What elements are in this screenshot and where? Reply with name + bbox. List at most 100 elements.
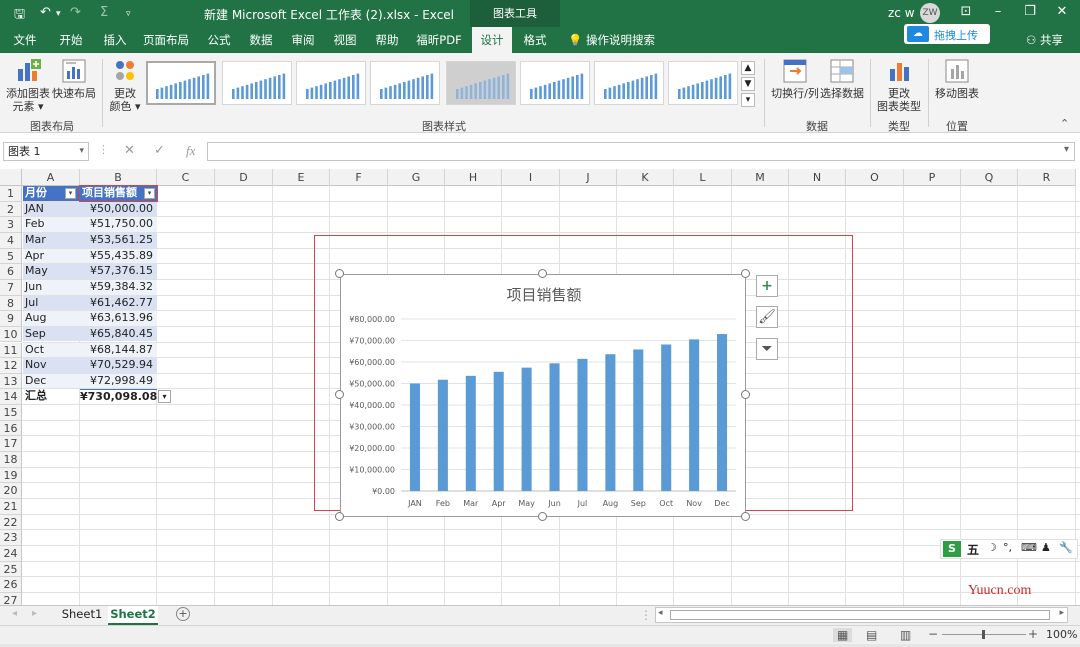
autosum-icon[interactable]: Σ xyxy=(100,5,108,20)
tab-data[interactable]: 数据 xyxy=(242,27,280,53)
row-header-6[interactable]: 6 xyxy=(0,264,22,280)
tab-view[interactable]: 视图 xyxy=(326,27,364,53)
chart-style-4[interactable] xyxy=(370,61,440,105)
tab-home[interactable]: 开始 xyxy=(52,27,90,53)
zoom-slider[interactable] xyxy=(942,630,1026,639)
tab-split-handle[interactable]: ⋮ xyxy=(640,608,652,622)
table-header-sales[interactable]: 项目销售额 ▾ xyxy=(79,185,158,202)
skin-icon[interactable]: ♟ xyxy=(1041,541,1051,554)
chart-style-6[interactable] xyxy=(520,61,590,105)
row-header-21[interactable]: 21 xyxy=(0,499,22,515)
resize-handle[interactable] xyxy=(741,390,750,399)
table-cell-month[interactable]: May xyxy=(23,264,80,279)
save-icon[interactable]: 🖫 xyxy=(14,5,25,27)
row-header-15[interactable]: 15 xyxy=(0,405,22,421)
tab-help[interactable]: 帮助 xyxy=(368,27,406,53)
row-header-26[interactable]: 26 xyxy=(0,577,22,593)
redo-icon[interactable]: ↷ xyxy=(70,5,81,20)
restore-icon[interactable]: ❐ xyxy=(1020,4,1040,19)
column-header-j[interactable]: J xyxy=(560,169,617,186)
sheet-tab-sheet2[interactable]: Sheet2 xyxy=(108,606,158,625)
chart-style-7[interactable] xyxy=(594,61,664,105)
worksheet-grid[interactable]: ABCDEFGHIJKLMNOPQR 1 2 3 4 5 6 7 8 9 10 11 12 13 14 15… xyxy=(0,169,1080,605)
row-header-13[interactable]: 13 xyxy=(0,373,22,390)
table-cell-month[interactable]: JAN xyxy=(23,201,80,217)
resize-handle[interactable] xyxy=(335,512,344,521)
table-cell-sales[interactable]: ¥61,462.77 xyxy=(80,295,157,311)
ime-toolbar[interactable]: S 五 ☽ °, ⌨ ♟ 🔧 xyxy=(940,539,1078,559)
normal-view-icon[interactable]: ▦ xyxy=(833,628,853,642)
gallery-scroll-down-icon[interactable]: ▼ xyxy=(741,77,755,91)
name-box[interactable]: 图表 1 ▾ xyxy=(3,142,89,161)
column-header-e[interactable]: E xyxy=(273,169,330,186)
total-dropdown-icon[interactable]: ▾ xyxy=(158,390,171,404)
table-cell-sales[interactable]: ¥55,435.89 xyxy=(80,248,157,264)
scroll-right-icon[interactable]: ▸ xyxy=(1059,608,1064,618)
table-cell-month[interactable]: Sep xyxy=(23,326,80,342)
row-header-20[interactable]: 20 xyxy=(0,483,22,499)
row-header-16[interactable]: 16 xyxy=(0,420,22,437)
row-header-18[interactable]: 18 xyxy=(0,452,22,468)
row-header-9[interactable]: 9 xyxy=(0,311,22,327)
row-header-7[interactable]: 7 xyxy=(0,279,22,296)
row-header-1[interactable]: 1 xyxy=(0,186,22,202)
select-data-button[interactable]: 选择数据 xyxy=(820,57,864,100)
row-header-25[interactable]: 25 xyxy=(0,561,22,578)
tab-design[interactable]: 设计 xyxy=(472,27,512,53)
scroll-sheets-right-icon[interactable]: ▸ xyxy=(32,608,37,619)
row-header-27[interactable]: 27 xyxy=(0,592,22,605)
page-break-view-icon[interactable]: ▥ xyxy=(900,628,911,642)
row-header-17[interactable]: 17 xyxy=(0,436,22,453)
table-cell-sales[interactable]: ¥57,376.15 xyxy=(80,264,157,279)
table-cell-month[interactable]: Apr xyxy=(23,248,80,264)
chart-elements-plus-icon[interactable]: + xyxy=(756,275,778,297)
column-header-n[interactable]: N xyxy=(789,169,846,186)
chart-style-2[interactable] xyxy=(222,61,292,105)
filter-dropdown-icon[interactable]: ▾ xyxy=(144,188,155,199)
table-cell-sales[interactable]: ¥53,561.25 xyxy=(80,232,157,248)
column-header-q[interactable]: Q xyxy=(961,169,1018,186)
column-header-l[interactable]: L xyxy=(674,169,732,186)
table-cell-sales[interactable]: ¥70,529.94 xyxy=(80,358,157,373)
select-all-corner[interactable] xyxy=(0,169,22,186)
avatar[interactable]: ZW xyxy=(920,3,940,23)
table-cell-sales[interactable]: ¥63,613.96 xyxy=(80,311,157,326)
table-cell-sales[interactable]: ¥68,144.87 xyxy=(80,342,157,358)
row-header-12[interactable]: 12 xyxy=(0,358,22,374)
table-cell-sales[interactable]: ¥65,840.45 xyxy=(80,326,157,342)
table-cell-month[interactable]: Oct xyxy=(23,342,80,358)
resize-handle[interactable] xyxy=(741,512,750,521)
column-header-i[interactable]: I xyxy=(502,169,560,186)
row-header-10[interactable]: 10 xyxy=(0,326,22,343)
confirm-formula-icon[interactable]: ✓ xyxy=(154,143,165,158)
zoom-in-icon[interactable]: + xyxy=(1028,627,1038,641)
table-cell-sales[interactable]: ¥59,384.32 xyxy=(80,279,157,295)
chart[interactable]: 项目销售额 ¥0.00 ¥10,000.00 ¥20,000.00 ¥30,000.00… xyxy=(340,274,746,517)
table-cell-sales[interactable]: ¥51,750.00 xyxy=(80,217,157,232)
column-header-p[interactable]: P xyxy=(904,169,961,186)
table-cell-month[interactable]: Jun xyxy=(23,279,80,295)
minimize-icon[interactable]: – xyxy=(988,4,1008,19)
customize-toolbar-icon[interactable]: ▿ xyxy=(126,9,131,19)
row-header-5[interactable]: 5 xyxy=(0,248,22,265)
column-header-b[interactable]: B xyxy=(80,169,157,186)
table-cell-month[interactable]: Jul xyxy=(23,295,80,311)
column-header-m[interactable]: M xyxy=(732,169,789,186)
tools-icon[interactable]: 🔧 xyxy=(1059,541,1073,554)
column-header-d[interactable]: D xyxy=(215,169,273,186)
page-layout-view-icon[interactable]: ▤ xyxy=(866,628,877,642)
column-header-g[interactable]: G xyxy=(388,169,445,186)
table-cell-month[interactable]: Aug xyxy=(23,311,80,326)
punctuation-icon[interactable]: °, xyxy=(1003,541,1012,554)
tab-foxit-pdf[interactable]: 福昕PDF xyxy=(412,27,466,53)
tab-formulas[interactable]: 公式 xyxy=(200,27,238,53)
tab-insert[interactable]: 插入 xyxy=(96,27,134,53)
table-cell-month[interactable]: Mar xyxy=(23,232,80,248)
chart-style-1[interactable] xyxy=(146,61,216,105)
tell-me-search[interactable]: 💡 操作说明搜索 xyxy=(568,27,655,53)
table-cell-sales[interactable]: ¥50,000.00 xyxy=(80,201,157,217)
share-button[interactable]: ⚇ 共享 xyxy=(1026,32,1063,48)
table-cell-month[interactable]: Dec xyxy=(23,373,80,389)
table-cell-month[interactable]: Feb xyxy=(23,217,80,232)
move-chart-button[interactable]: 移动图表 xyxy=(934,57,980,100)
